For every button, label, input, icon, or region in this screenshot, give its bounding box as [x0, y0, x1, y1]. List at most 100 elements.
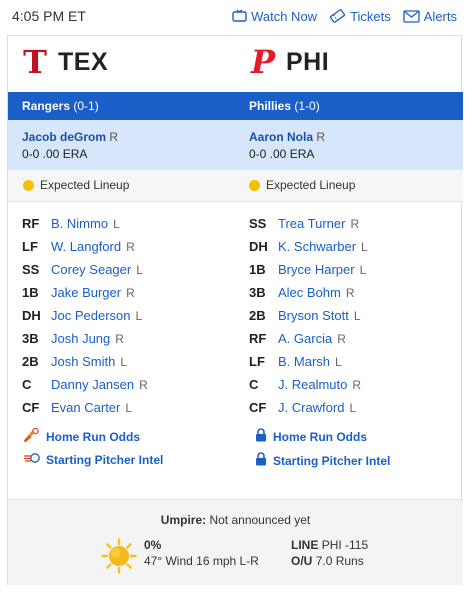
baseball-fire-icon: [24, 427, 40, 445]
away-starting-pitcher-intel-link[interactable]: Starting Pitcher Intel: [24, 452, 163, 467]
player-position: 3B: [249, 285, 266, 300]
player-name-link[interactable]: K. Schwarber: [278, 239, 356, 254]
player-position: DH: [22, 308, 41, 323]
player-name-link[interactable]: W. Langford: [51, 239, 121, 254]
player-name-link[interactable]: B. Marsh: [278, 354, 330, 369]
lineup-row: 2B Josh Smith L: [22, 350, 148, 373]
game-info-footer: Umpire: Not announced yet 0% 47° Wind 16…: [8, 499, 463, 585]
home-pitcher-hand: R: [316, 130, 326, 144]
starting-pitcher-intel-label: Starting Pitcher Intel: [46, 452, 164, 467]
alerts-label: Alerts: [423, 8, 457, 24]
player-bat-hand: L: [361, 239, 368, 254]
home-pitcher-stats: 0-0 .00 ERA: [249, 147, 315, 161]
alerts-link[interactable]: Alerts: [403, 9, 457, 24]
player-position: SS: [22, 262, 40, 277]
away-record: Rangers (0-1): [22, 99, 99, 113]
player-bat-hand: L: [135, 308, 143, 323]
game-card: T TEX P PHI Rangers (0-1) Phillies (1-0)…: [7, 35, 463, 585]
tv-icon: [232, 9, 247, 23]
away-team-name: Rangers: [22, 99, 71, 113]
player-name-link[interactable]: Corey Seager: [51, 262, 131, 277]
rangers-logo-icon: T: [23, 43, 47, 81]
player-bat-hand: R: [126, 239, 135, 254]
player-position: C: [22, 377, 32, 392]
player-name-link[interactable]: Bryce Harper: [278, 262, 355, 277]
lineup-row: C Danny Jansen R: [22, 373, 148, 396]
player-position: C: [249, 377, 259, 392]
away-home-run-odds-link[interactable]: Home Run Odds: [24, 427, 140, 445]
player-name-link[interactable]: Alec Bohm: [278, 285, 341, 300]
player-bat-hand: L: [136, 262, 143, 277]
lineup-row: 3B Josh Jung R: [22, 327, 148, 350]
home-starting-pitcher-intel-link[interactable]: Starting Pitcher Intel: [255, 452, 390, 469]
player-name-link[interactable]: Jake Burger: [51, 285, 121, 300]
lineup-row: 2B Bryson Stott L: [249, 304, 368, 327]
player-bat-hand: R: [345, 285, 355, 300]
umpire-label: Umpire:: [160, 513, 207, 527]
away-pitcher: Jacob deGrom R 0-0 .00 ERA: [22, 129, 118, 163]
player-bat-hand: R: [337, 331, 346, 346]
player-bat-hand: L: [125, 400, 133, 415]
lineup-row: DH K. Schwarber L: [249, 235, 368, 258]
over-under-value: 7.0 Runs: [315, 554, 364, 568]
tickets-link[interactable]: Tickets: [329, 8, 391, 24]
weather-info: 0% 47° Wind 16 mph L-R: [144, 537, 259, 569]
player-name-link[interactable]: Bryson Stott: [278, 308, 349, 323]
away-team-abbr: TEX: [58, 47, 109, 76]
player-name-link[interactable]: Josh Smith: [51, 354, 115, 369]
player-bat-hand: L: [113, 216, 120, 231]
player-position: LF: [22, 239, 38, 254]
home-home-run-odds-link[interactable]: Home Run Odds: [255, 428, 367, 445]
player-bat-hand: R: [126, 285, 135, 300]
away-pitcher-name[interactable]: Jacob deGrom: [22, 130, 106, 144]
player-name-link[interactable]: J. Realmuto: [278, 377, 347, 392]
player-position: CF: [249, 400, 267, 415]
umpire-info: Umpire: Not announced yet: [8, 513, 463, 527]
player-name-link[interactable]: A. Garcia: [278, 331, 332, 346]
player-name-link[interactable]: Trea Turner: [278, 216, 345, 231]
sunny-weather-icon: [101, 538, 137, 574]
home-record: Phillies (1-0): [249, 99, 320, 113]
home-lineup-status-label: Expected Lineup: [266, 178, 356, 192]
lineup-row: CF Evan Carter L: [22, 396, 148, 419]
player-bat-hand: L: [335, 354, 342, 369]
lineup-row: DH Joc Pederson L: [22, 304, 148, 327]
player-position: 2B: [249, 308, 266, 323]
player-position: SS: [249, 216, 267, 231]
player-bat-hand: L: [349, 400, 357, 415]
player-position: 1B: [249, 262, 266, 277]
lock-icon: [255, 428, 267, 445]
home-lineup: SS Trea Turner R DH K. Schwarber L 1B Bryce Har…: [249, 212, 368, 419]
lineup-row: 1B Jake Burger R: [22, 281, 148, 304]
lineup-row: 3B Alec Bohm R: [249, 281, 368, 304]
starting-pitcher-intel-label: Starting Pitcher Intel: [273, 453, 391, 468]
player-name-link[interactable]: Evan Carter: [51, 400, 120, 415]
expected-status-dot-icon: [249, 179, 260, 191]
ticket-icon: [329, 8, 346, 24]
player-name-link[interactable]: B. Nimmo: [51, 216, 108, 231]
home-run-odds-label: Home Run Odds: [273, 429, 368, 444]
player-position: RF: [249, 331, 267, 346]
game-time: 4:05 PM ET: [12, 8, 86, 24]
lineup-row: LF B. Marsh L: [249, 350, 368, 373]
lineup-row: C J. Realmuto R: [249, 373, 368, 396]
tickets-label: Tickets: [350, 8, 391, 24]
home-team[interactable]: P PHI: [250, 46, 329, 78]
away-team[interactable]: T TEX: [22, 46, 108, 78]
away-pitcher-hand: R: [109, 130, 119, 144]
player-name-link[interactable]: J. Crawford: [278, 400, 344, 415]
player-position: 1B: [22, 285, 39, 300]
player-bat-hand: L: [359, 262, 367, 277]
home-pitcher-name[interactable]: Aaron Nola: [249, 130, 313, 144]
player-bat-hand: L: [120, 354, 127, 369]
player-name-link[interactable]: Josh Jung: [51, 331, 110, 346]
player-bat-hand: R: [115, 331, 124, 346]
phillies-logo-icon: P: [250, 43, 276, 81]
player-position: RF: [22, 216, 40, 231]
umpire-value: Not announced yet: [209, 513, 311, 527]
player-position: CF: [22, 400, 40, 415]
player-name-link[interactable]: Joc Pederson: [51, 308, 131, 323]
player-name-link[interactable]: Danny Jansen: [51, 377, 134, 392]
watch-now-link[interactable]: Watch Now: [232, 9, 317, 24]
lock-icon: [255, 452, 267, 469]
